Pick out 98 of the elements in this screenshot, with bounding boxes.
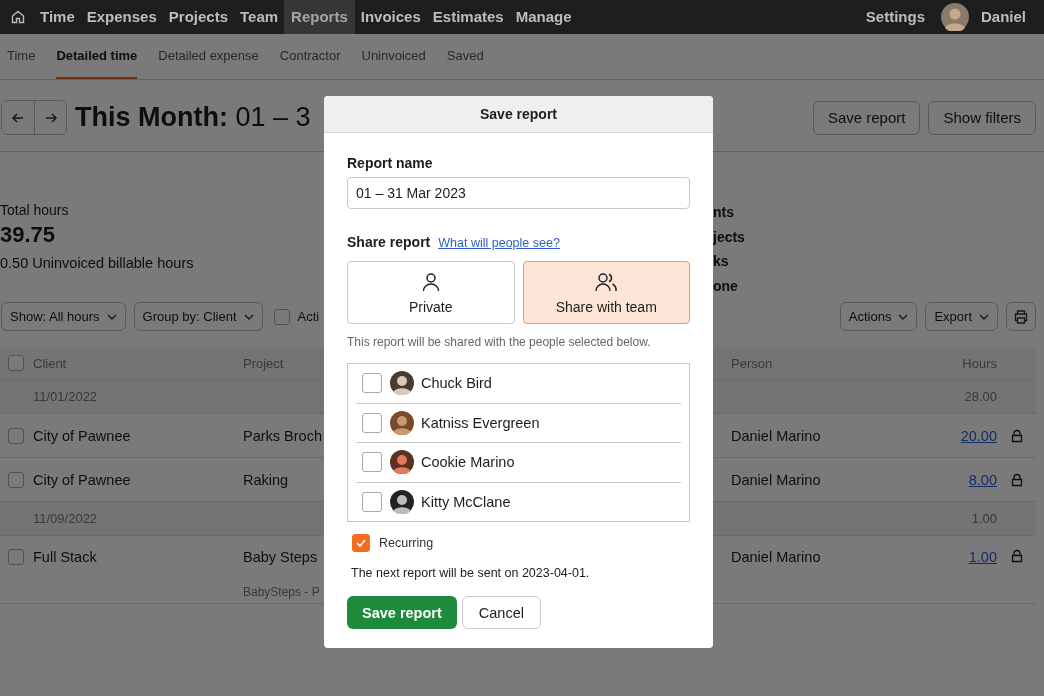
user-menu[interactable]: Daniel — [975, 0, 1034, 34]
group-date: 11/01/2022 — [33, 389, 99, 404]
field-label: Report name — [347, 155, 434, 171]
person-checkbox[interactable] — [362, 491, 382, 512]
table-cell-text: Daniel Marino — [731, 548, 822, 565]
nav-item[interactable]: Invoices — [354, 0, 427, 34]
table-cell-text: Daniel Marino — [731, 427, 822, 444]
right-arrow-icon — [43, 110, 58, 125]
tab[interactable]: Saved — [446, 34, 484, 79]
recurring-checkbox[interactable] — [352, 534, 370, 552]
report-name-field[interactable]: 01 – 31 Mar 2023 — [347, 177, 690, 209]
avatar[interactable] — [941, 3, 969, 31]
person-checkbox[interactable] — [362, 412, 382, 433]
dialog-title: Save report — [324, 96, 713, 133]
nav-item[interactable]: Projects — [162, 0, 234, 34]
table-cell-text: Baby Steps — [243, 549, 319, 565]
person-checkbox[interactable] — [362, 373, 382, 394]
chevron-icon — [979, 313, 989, 320]
next-report-note: The next report will be sent on 2023-04-01. — [350, 566, 591, 580]
column-header: Person — [731, 355, 774, 371]
header-button[interactable]: Show filters — [928, 100, 1036, 135]
hours-link[interactable]: 8.00 — [968, 471, 997, 488]
avatar — [390, 410, 414, 435]
avatar — [390, 450, 414, 475]
table-cell-text: City of Pawnee — [33, 471, 132, 488]
table-cell-text: Full Stack — [33, 548, 98, 565]
table-cell-text: Raking — [243, 471, 290, 488]
menu-dropdown[interactable]: Actions — [839, 302, 918, 331]
tab[interactable]: Detailed time — [56, 34, 138, 79]
nav-item[interactable]: Time — [34, 0, 81, 34]
column-header: Project — [243, 355, 285, 371]
printer-icon — [1013, 308, 1029, 325]
row-checkbox[interactable] — [8, 471, 24, 488]
avatar — [390, 489, 414, 514]
menu-dropdown[interactable]: Export — [925, 302, 998, 331]
chevron-icon — [243, 313, 254, 320]
total-hours-label: Total hours — [0, 201, 69, 220]
avatar — [390, 371, 414, 396]
breakdown-item[interactable]: jects — [713, 224, 745, 249]
nav-item[interactable]: Expenses — [80, 0, 163, 34]
tab[interactable]: Contractor — [279, 34, 341, 79]
share-option[interactable]: Private — [347, 261, 515, 324]
row-checkbox[interactable] — [8, 427, 24, 444]
group-total: 1.00 — [970, 511, 997, 526]
group-date: 11/09/2022 — [33, 511, 99, 526]
table-cell-text: Daniel Marino — [731, 471, 822, 488]
person-name: Chuck Bird — [421, 375, 492, 392]
table-cell-text: Parks Broch — [243, 427, 323, 444]
row-checkbox[interactable] — [8, 549, 24, 565]
person-name: Kitty McClane — [421, 493, 511, 510]
checkbox-label: Acti — [297, 309, 320, 324]
share-note: This report will be shared with the people selected below. — [347, 335, 652, 349]
help-link[interactable]: What will people see? — [438, 236, 560, 250]
filter-dropdown[interactable]: Group by: Client — [133, 302, 263, 331]
chevron-icon — [898, 313, 909, 320]
home-icon[interactable] — [10, 9, 26, 25]
breakdown-item[interactable]: one — [713, 273, 745, 298]
next-button[interactable] — [34, 101, 66, 134]
checkbox[interactable] — [273, 308, 290, 325]
check-icon — [355, 537, 367, 549]
project-note: BabySteps - P — [243, 585, 321, 599]
print-button[interactable] — [1006, 302, 1036, 331]
tab[interactable]: Uninvoiced — [361, 34, 426, 79]
field-label: Share report — [347, 234, 431, 250]
group-total: 28.00 — [963, 389, 997, 404]
left-arrow-icon — [11, 110, 25, 125]
lock-icon — [1009, 549, 1024, 563]
breakdown-item[interactable]: nts — [713, 200, 745, 225]
save-report-button[interactable]: Save report — [347, 596, 457, 629]
people-icon — [594, 270, 619, 293]
table-cell-text: City of Pawnee — [33, 427, 132, 444]
share-option[interactable]: Share with team — [522, 261, 690, 324]
column-header: Client — [33, 355, 68, 371]
person-name: Katniss Evergreen — [421, 414, 540, 431]
nav-item[interactable]: Team — [234, 0, 285, 34]
tab[interactable]: Time — [7, 34, 36, 79]
person-checkbox[interactable] — [362, 452, 382, 473]
hours-link[interactable]: 1.00 — [968, 549, 997, 565]
breakdown-item[interactable]: ks — [713, 249, 745, 274]
nav-item[interactable]: Estimates — [426, 0, 510, 34]
lock-icon — [1009, 472, 1024, 487]
cancel-button[interactable]: Cancel — [461, 596, 541, 629]
chevron-icon — [106, 313, 117, 320]
settings-link[interactable]: Settings — [859, 0, 931, 34]
total-hours-value: 39.75 — [0, 221, 56, 249]
tab[interactable]: Detailed expense — [158, 34, 259, 79]
select-all-checkbox[interactable] — [8, 355, 24, 371]
lock-icon — [1009, 428, 1024, 443]
filter-dropdown[interactable]: Show: All hours — [1, 302, 126, 331]
nav-item[interactable]: Manage — [509, 0, 578, 34]
column-header: Hours — [961, 355, 997, 371]
header-button[interactable]: Save report — [812, 100, 921, 135]
page-title: This Month: 01 – 3 — [75, 102, 311, 133]
uninvoiced-hours-text: 0.50 Uninvoiced billable hours — [0, 254, 194, 273]
hours-link[interactable]: 20.00 — [960, 427, 997, 444]
checkbox-label: Recurring — [379, 536, 434, 550]
person-name: Cookie Marino — [421, 454, 515, 471]
nav-item[interactable]: Reports — [284, 0, 355, 34]
